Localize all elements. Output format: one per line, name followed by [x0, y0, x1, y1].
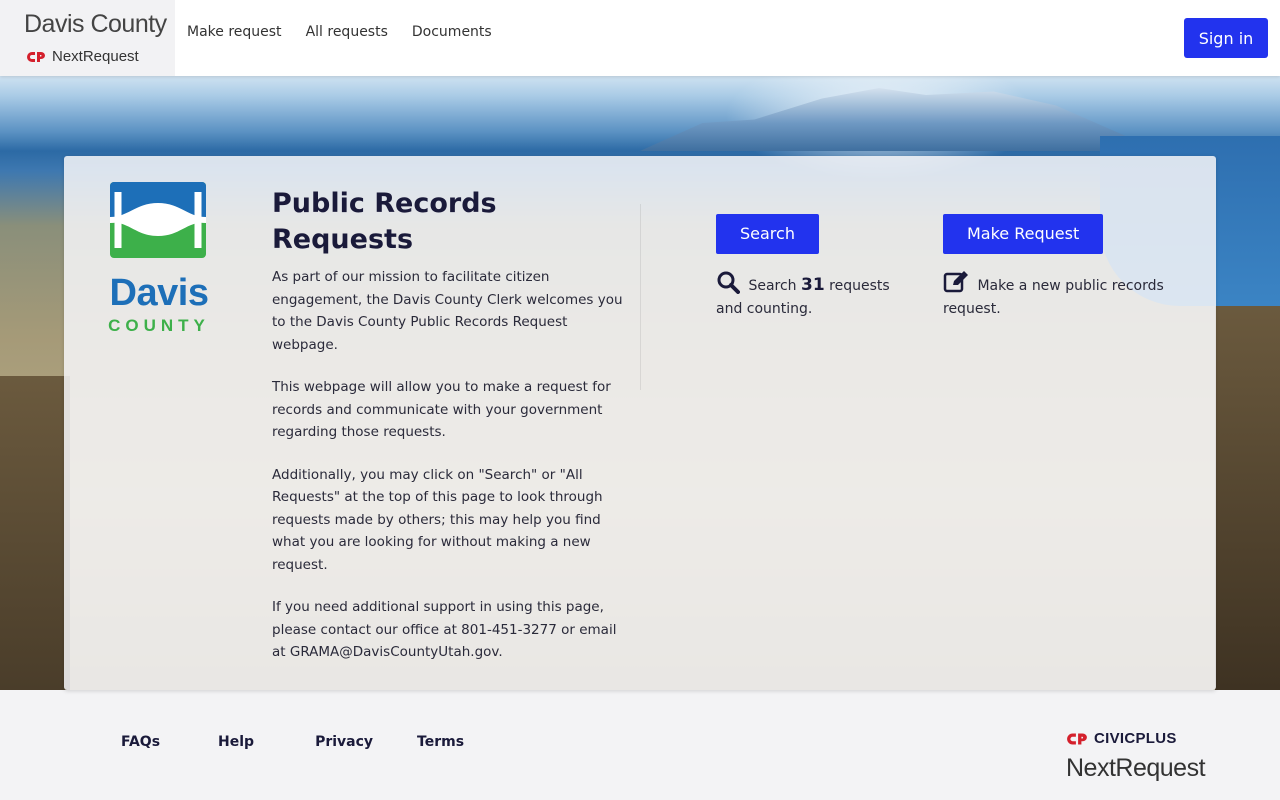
- brand-sub-label: NextRequest: [52, 48, 139, 65]
- civicplus-logo-icon: [1067, 733, 1087, 744]
- section-divider: [640, 204, 641, 390]
- logo-davis-text: Davis: [109, 272, 209, 314]
- intro-paragraph-1: As part of our mission to facilitate cit…: [272, 269, 623, 353]
- civicplus-brand: CIVICPLUS: [1066, 730, 1177, 747]
- edit-icon: [943, 271, 968, 293]
- make-request-description: Make a new public records request.: [943, 270, 1183, 321]
- footer-link-terms[interactable]: Terms: [417, 734, 464, 750]
- footer-link-privacy[interactable]: Privacy: [315, 734, 373, 750]
- logo-mark: [110, 182, 206, 258]
- logo-county-text: COUNTY: [108, 316, 210, 335]
- page-title: Public Records Requests: [272, 188, 497, 255]
- search-description: Search 31 requests and counting.: [716, 270, 916, 321]
- site-footer: FAQs Help Privacy Terms CIVICPLUS NextRe…: [0, 690, 1280, 800]
- nextrequest-label: NextRequest: [1066, 754, 1206, 782]
- intro-paragraph-3: Additionally, you may click on "Search" …: [272, 466, 603, 573]
- search-icon: [717, 271, 740, 294]
- footer-link-help[interactable]: Help: [218, 734, 254, 750]
- intro-paragraph-4: If you need additional support in using …: [272, 599, 617, 660]
- mountain-shape: [640, 88, 1160, 151]
- civicplus-logo-icon: [27, 51, 45, 62]
- footer-link-faqs[interactable]: FAQs: [121, 734, 160, 750]
- brand-name: Davis County: [24, 10, 167, 38]
- make-request-section: Make Request Make a new public records r…: [943, 214, 1183, 321]
- logo-wave-icon: [110, 192, 206, 248]
- rock-left-shape: [0, 376, 70, 690]
- make-request-button[interactable]: Make Request: [943, 214, 1104, 254]
- civicplus-label: CIVICPLUS: [1094, 730, 1177, 747]
- brand-sub: NextRequest: [26, 48, 139, 65]
- search-count: 31: [801, 275, 825, 295]
- intro-paragraph-2: This webpage will allow you to make a re…: [272, 379, 611, 440]
- intro-section: Public Records Requests As part of our m…: [272, 186, 628, 684]
- search-button[interactable]: Search: [716, 214, 819, 254]
- search-section: Search Search 31 requests and counting.: [716, 214, 916, 321]
- brand-block[interactable]: Davis County NextRequest: [0, 0, 175, 76]
- rock-right-shape: [1215, 306, 1280, 690]
- sign-in-button[interactable]: Sign in: [1184, 18, 1268, 58]
- nav-make-request[interactable]: Make request: [187, 24, 282, 40]
- site-header: Davis County NextRequest Make request Al…: [0, 0, 1280, 76]
- footer-links: FAQs Help Privacy Terms: [121, 734, 464, 750]
- main-nav: Make request All requests Documents: [187, 24, 492, 40]
- nav-documents[interactable]: Documents: [412, 24, 492, 40]
- welcome-card: Davis COUNTY Public Records Requests As …: [64, 156, 1216, 690]
- nav-all-requests[interactable]: All requests: [306, 24, 388, 40]
- davis-county-logo: Davis COUNTY: [88, 180, 230, 338]
